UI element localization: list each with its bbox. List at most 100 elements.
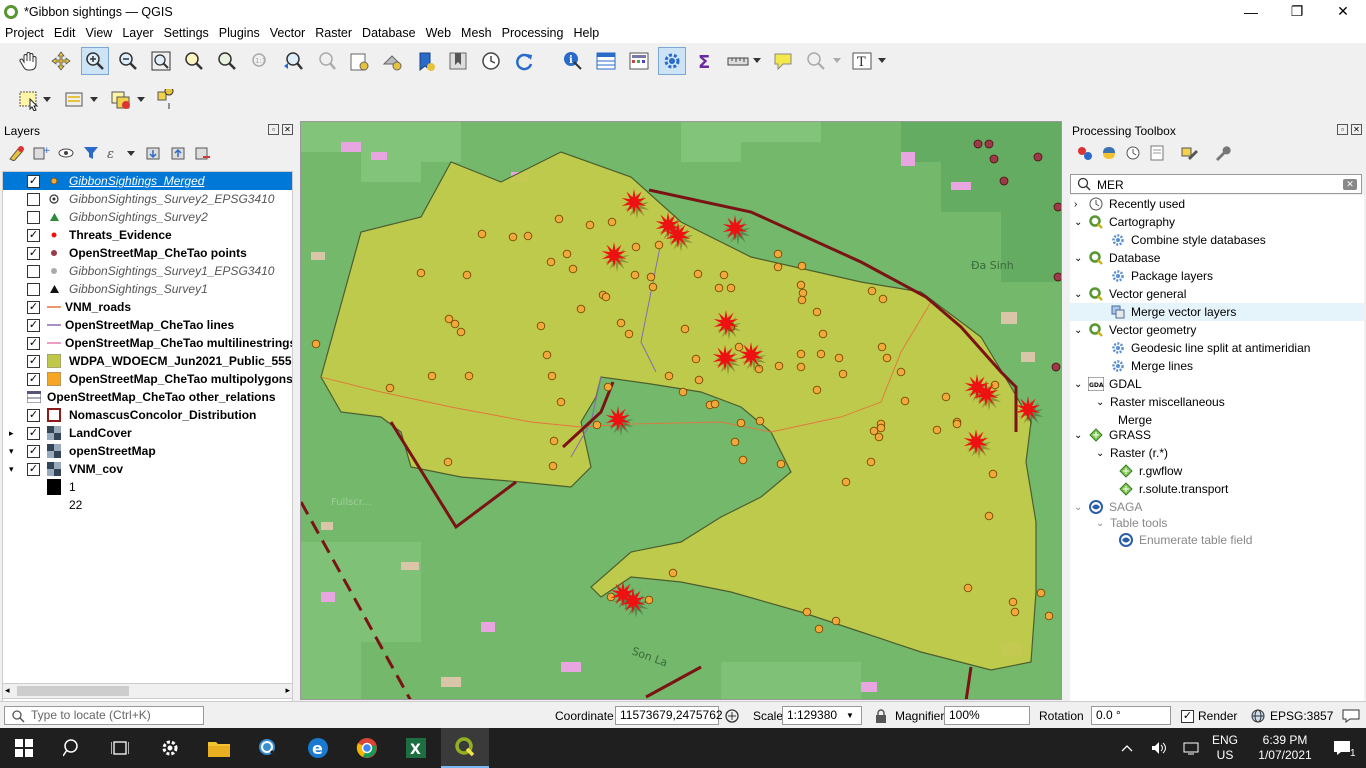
expand-arrow-icon[interactable]: ▸ [9, 428, 14, 439]
open-layer-styling-icon[interactable] [8, 145, 26, 161]
zoom-to-layer-icon[interactable] [213, 47, 241, 75]
refresh-icon[interactable] [510, 47, 538, 75]
map-canvas[interactable]: Đa Sinh Son La Fullscr... [300, 121, 1062, 700]
layer-checkbox[interactable] [27, 282, 40, 296]
file-explorer-icon[interactable] [195, 728, 243, 768]
provider-group[interactable]: ⌄ Vector geometry [1074, 321, 1196, 339]
layer-checkbox[interactable]: ✓ [27, 408, 40, 422]
clear-search-icon[interactable]: ✕ [1343, 179, 1357, 190]
collapse-arrow-icon[interactable]: ⌄ [1074, 289, 1088, 300]
float-panel-button[interactable]: ▫ [1337, 124, 1348, 135]
layer-checkbox[interactable]: ✓ [27, 372, 40, 386]
rotation-spinbox[interactable]: 0.0 ° [1091, 706, 1171, 725]
layer-checkbox[interactable]: ✓ [27, 336, 40, 350]
layer-checkbox[interactable] [27, 210, 40, 224]
add-group-icon[interactable]: + [32, 145, 50, 161]
algorithm-item[interactable]: Merge vector layers [1070, 303, 1364, 321]
layer-checkbox[interactable]: ✓ [27, 444, 40, 458]
results-viewer-icon[interactable] [1148, 145, 1166, 161]
menu-web[interactable]: Web [421, 26, 456, 40]
layer-row-nomascus-distribution[interactable]: ✓ NomascusConcolor_Distribution [3, 406, 292, 424]
collapse-arrow-icon[interactable]: ▾ [9, 464, 14, 475]
history-icon[interactable] [1124, 145, 1142, 161]
layer-checkbox[interactable] [27, 264, 40, 278]
field-calculator-icon[interactable] [625, 47, 653, 75]
settings-gear-icon[interactable] [146, 728, 194, 768]
collapse-all-icon[interactable] [170, 145, 188, 161]
zoom-full-icon[interactable] [147, 47, 175, 75]
layer-row-osm-points[interactable]: ✓ OpenStreetMap_CheTao points [3, 244, 292, 262]
chrome-browser-icon[interactable] [343, 728, 391, 768]
menu-plugins[interactable]: Plugins [214, 26, 265, 40]
chevron-down-icon[interactable] [875, 47, 889, 75]
layer-row-osm-lines[interactable]: ✓ OpenStreetMap_CheTao lines [3, 316, 292, 334]
options-wrench-icon[interactable] [1213, 145, 1231, 161]
layer-checkbox[interactable]: ✓ [27, 426, 40, 440]
crs-button[interactable]: EPSG:3857 [1270, 709, 1333, 723]
layers-horizontal-scrollbar[interactable]: ◂ ▸ [2, 683, 293, 699]
menu-layer[interactable]: Layer [117, 26, 158, 40]
menu-project[interactable]: Project [0, 26, 49, 40]
map-search-app-icon[interactable] [244, 728, 292, 768]
menu-raster[interactable]: Raster [310, 26, 357, 40]
scrollbar-thumb[interactable] [17, 686, 129, 696]
algorithm-item[interactable]: r.gwflow [1116, 462, 1182, 480]
chevron-down-icon[interactable]: ▼ [846, 711, 854, 720]
select-features-icon[interactable] [15, 86, 43, 114]
provider-group[interactable]: ⌄ GRASS [1074, 426, 1151, 444]
menu-view[interactable]: View [80, 26, 117, 40]
layer-row-threats-evidence[interactable]: ✓ Threats_Evidence [3, 226, 292, 244]
excel-icon[interactable]: X [392, 728, 440, 768]
volume-icon[interactable] [1148, 728, 1170, 768]
collapse-arrow-icon[interactable]: ⌄ [1096, 397, 1110, 408]
layer-row-gibbonsightings-survey1-epsg3410[interactable]: GibbonSightings_Survey1_EPSG3410 [3, 262, 292, 280]
close-panel-button[interactable]: ✕ [1351, 124, 1362, 135]
provider-group[interactable]: ⌄ Cartography [1074, 213, 1175, 231]
layer-row-vnm-cov[interactable]: ▾ ✓ VNM_cov [3, 460, 292, 478]
layer-checkbox[interactable] [27, 192, 40, 206]
algorithm-item[interactable]: r.solute.transport [1116, 480, 1228, 498]
qgis-app-icon[interactable] [441, 728, 489, 768]
lock-icon[interactable] [875, 709, 887, 723]
layer-row-wdpa[interactable]: ✓ WDPA_WDOECM_Jun2021_Public_555594 [3, 352, 292, 370]
provider-group[interactable]: ⌄GDALGDAL [1074, 375, 1142, 393]
collapse-arrow-icon[interactable]: ▾ [9, 446, 14, 457]
layer-checkbox[interactable]: ✓ [27, 228, 40, 242]
scroll-right-icon[interactable]: ▸ [285, 685, 290, 696]
algorithm-item[interactable]: Geodesic line split at antimeridian [1096, 339, 1310, 357]
layer-row-osm-other-relations[interactable]: OpenStreetMap_CheTao other_relations [3, 388, 292, 406]
algorithm-group[interactable]: ⌄ Table tools [1096, 514, 1167, 532]
measure-line-icon[interactable] [724, 47, 752, 75]
select-by-location-icon[interactable] [152, 86, 180, 114]
map-tips-icon[interactable] [769, 47, 797, 75]
provider-group[interactable]: › Recently used [1074, 195, 1185, 213]
text-annotation-icon[interactable]: T [848, 47, 876, 75]
algorithm-item[interactable]: Enumerate table field [1116, 531, 1252, 549]
algorithm-item[interactable]: Merge lines [1096, 357, 1193, 375]
maximize-button[interactable]: ❐ [1274, 0, 1320, 23]
network-icon[interactable] [1180, 728, 1202, 768]
magnifier-spinbox[interactable]: 100% [944, 706, 1030, 725]
menu-vector[interactable]: Vector [265, 26, 310, 40]
new-3d-map-view-icon[interactable] [378, 47, 406, 75]
algorithm-group[interactable]: ⌄ Raster (r.*) [1096, 444, 1168, 462]
identify-features-icon[interactable]: i [559, 47, 587, 75]
expand-arrow-icon[interactable]: › [1074, 199, 1088, 210]
layer-row-gibbonsightings-merged[interactable]: ✓ GibbonSightings_Merged [3, 172, 292, 190]
layer-checkbox[interactable]: ✓ [27, 354, 40, 368]
algorithm-item[interactable]: Combine style databases [1096, 231, 1266, 249]
layer-checkbox[interactable]: ✓ [27, 300, 40, 314]
algorithm-item[interactable]: Package layers [1096, 267, 1213, 285]
layer-row-gibbonsightings-survey2-epsg3410[interactable]: GibbonSightings_Survey2_EPSG3410 [3, 190, 292, 208]
layer-checkbox[interactable]: ✓ [27, 174, 40, 188]
zoom-in-icon[interactable] [81, 47, 109, 75]
manage-map-themes-icon[interactable] [57, 145, 75, 161]
layer-row-osm-multipolygons[interactable]: ✓ OpenStreetMap_CheTao multipolygons [3, 370, 292, 388]
locator-icon[interactable] [802, 47, 830, 75]
collapse-arrow-icon[interactable]: ⌄ [1074, 325, 1088, 336]
statistical-summary-icon[interactable]: Σ [691, 47, 719, 75]
notifications-icon[interactable] [1322, 728, 1362, 768]
provider-group[interactable]: ⌄ Vector general [1074, 285, 1186, 303]
layer-checkbox[interactable]: ✓ [27, 246, 40, 260]
scroll-left-icon[interactable]: ◂ [5, 685, 10, 696]
